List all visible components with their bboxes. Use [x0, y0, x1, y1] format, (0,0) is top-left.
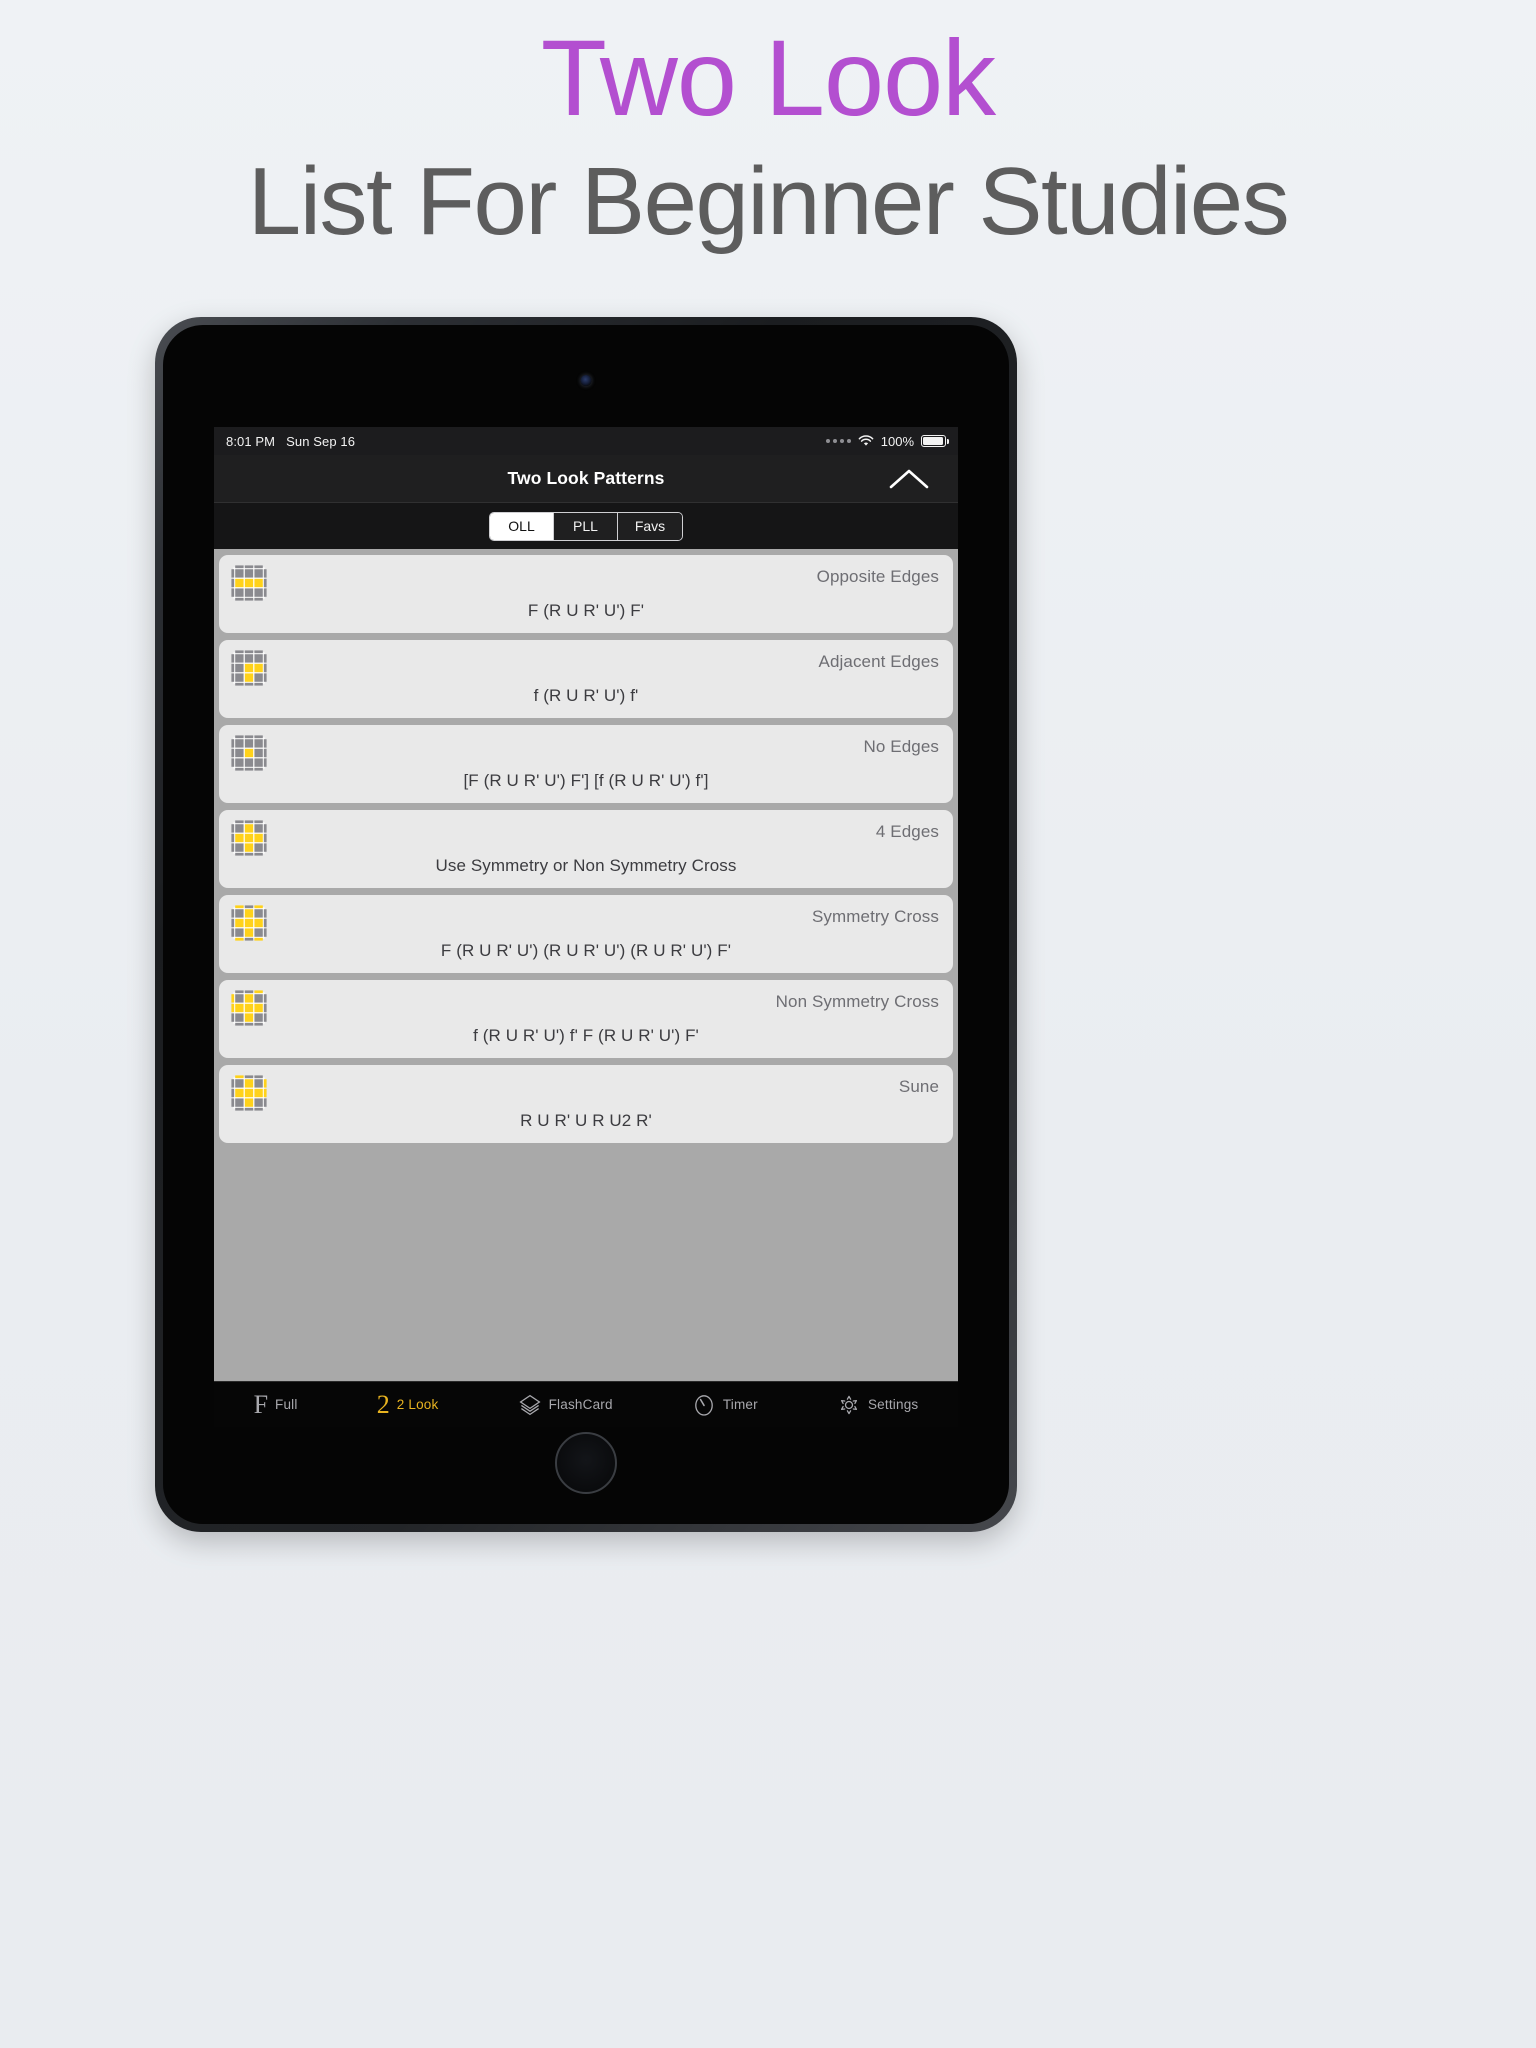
pattern-algorithm: F (R U R' U') (R U R' U') (R U R' U') F' — [440, 941, 732, 960]
tab-bar[interactable]: F Full 2 2 Look FlashCard Timer Settings — [214, 1381, 958, 1427]
poster-page: Two Look List For Beginner Studies 8:01 … — [0, 0, 1536, 2048]
pattern-list[interactable]: Opposite Edges F (R U R' U') F' Adjacent E… — [214, 549, 958, 1381]
tab-flashcard[interactable]: FlashCard — [518, 1393, 613, 1417]
status-bar: 8:01 PM Sun Sep 16 100% — [214, 427, 958, 455]
table-row[interactable]: Non Symmetry Cross f (R U R' U') f' F (R … — [219, 980, 953, 1058]
chevron-up-icon[interactable] — [886, 462, 932, 496]
device-screen: 8:01 PM Sun Sep 16 100% Two Look Pattern… — [214, 427, 958, 1427]
table-row[interactable]: Symmetry Cross F (R U R' U') (R U R' U') … — [219, 895, 953, 973]
tablet-device-frame: 8:01 PM Sun Sep 16 100% Two Look Pattern… — [155, 317, 1017, 1532]
segment-oll[interactable]: OLL — [490, 512, 554, 540]
timer-stopwatch-icon — [694, 1394, 713, 1416]
navigation-bar: Two Look Patterns — [214, 455, 958, 503]
cube-pattern-icon — [231, 650, 267, 686]
pattern-algorithm: [F (R U R' U') F'] [f (R U R' U') f'] — [463, 771, 709, 790]
home-button[interactable] — [555, 1432, 617, 1494]
segmented-control-bar: OLL PLL Favs — [214, 503, 958, 549]
battery-full-icon — [921, 435, 949, 447]
tab-settings[interactable]: Settings — [837, 1393, 918, 1417]
pattern-name: No Edges — [863, 737, 939, 756]
cube-pattern-icon — [231, 1075, 267, 1111]
table-row[interactable]: Adjacent Edges f (R U R' U') f' — [219, 640, 953, 718]
table-row[interactable]: 4 Edges Use Symmetry or Non Symmetry Cros… — [219, 810, 953, 888]
tab-full[interactable]: F Full — [253, 1389, 298, 1419]
pattern-name: 4 Edges — [875, 822, 939, 841]
battery-percent-label: 100% — [880, 433, 914, 449]
cube-pattern-icon — [231, 565, 267, 601]
status-bar-right: 100% — [825, 433, 949, 449]
tab-2-look[interactable]: 2 2 Look — [376, 1389, 439, 1419]
status-time: 8:01 PM — [226, 433, 276, 449]
cube-pattern-icon — [231, 990, 267, 1026]
table-row[interactable]: Sune R U R' U R U2 R' — [219, 1065, 953, 1143]
headline-primary: Two Look — [540, 17, 996, 138]
segment-favs[interactable]: Favs — [618, 512, 682, 540]
pattern-algorithm: F (R U R' U') F' — [527, 601, 645, 620]
signal-dots-icon — [825, 439, 851, 443]
status-bar-left: 8:01 PM Sun Sep 16 — [226, 434, 355, 449]
segment-pll[interactable]: PLL — [554, 512, 618, 540]
flashcard-layers-icon — [519, 1394, 541, 1415]
tab-label: Full — [275, 1397, 298, 1412]
tab-label: Settings — [867, 1397, 919, 1412]
cube-pattern-icon — [231, 735, 267, 771]
headline-block: Two Look List For Beginner Studies — [0, 0, 1536, 258]
status-date: Sun Sep 16 — [286, 433, 356, 449]
tab-label: Timer — [722, 1397, 758, 1412]
cube-pattern-icon — [231, 820, 267, 856]
table-row[interactable]: Opposite Edges F (R U R' U') F' — [219, 555, 953, 633]
table-row[interactable]: No Edges [F (R U R' U') F'] [f (R U R' U'… — [219, 725, 953, 803]
pattern-name: Opposite Edges — [816, 567, 939, 586]
wifi-icon — [858, 435, 874, 446]
headline-secondary: List For Beginner Studies — [247, 147, 1290, 255]
cube-pattern-icon — [231, 905, 267, 941]
front-camera-icon — [580, 375, 592, 386]
pattern-name: Non Symmetry Cross — [775, 992, 939, 1011]
pattern-name: Sune — [898, 1077, 939, 1096]
tab-label: 2 Look — [396, 1397, 439, 1412]
pattern-algorithm: R U R' U R U2 R' — [520, 1111, 652, 1130]
tablet-bezel: 8:01 PM Sun Sep 16 100% Two Look Pattern… — [163, 325, 1009, 1524]
two-look-icon: 2 — [376, 1389, 390, 1419]
pattern-algorithm: f (R U R' U') f' F (R U R' U') F' — [473, 1026, 699, 1045]
tab-timer[interactable]: Timer — [692, 1393, 758, 1417]
pattern-algorithm: f (R U R' U') f' — [533, 686, 639, 705]
gear-icon — [840, 1395, 858, 1414]
pattern-algorithm: Use Symmetry or Non Symmetry Cross — [435, 856, 737, 875]
full-f-icon: F — [253, 1389, 269, 1419]
segmented-control[interactable]: OLL PLL Favs — [489, 511, 683, 541]
pattern-name: Symmetry Cross — [811, 907, 939, 926]
pattern-name: Adjacent Edges — [818, 652, 939, 671]
page-title: Two Look Patterns — [507, 468, 665, 488]
tab-label: FlashCard — [548, 1397, 613, 1412]
